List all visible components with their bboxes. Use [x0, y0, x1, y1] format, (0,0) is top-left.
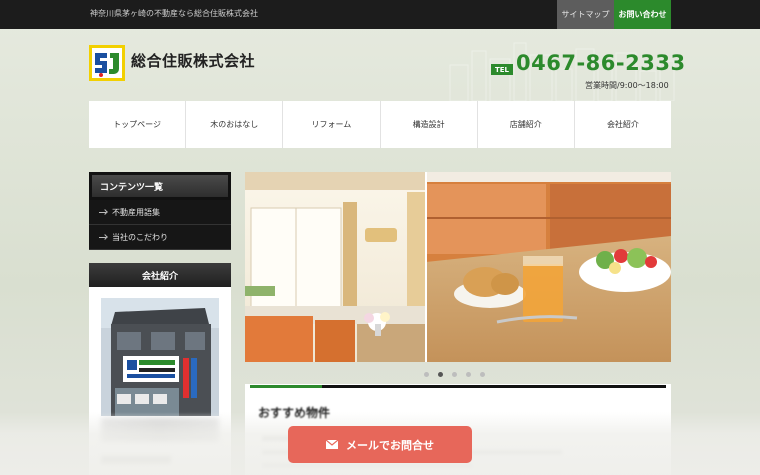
sidebar-item-label: 当社のこだわり — [112, 232, 168, 242]
phone-number[interactable]: 0467-86-2333 — [516, 51, 686, 75]
nav-item-company[interactable]: 会社紹介 — [573, 101, 671, 148]
nav-item-top[interactable]: トップページ — [89, 101, 185, 148]
business-hours: 営業時間/9:00～18:00 — [585, 81, 669, 90]
store-photo[interactable] — [101, 298, 219, 416]
top-bar: 神奈川県茅ヶ崎の不動産なら総合住販株式会社 サイトマップ お問い合わせ — [0, 0, 760, 29]
contact-link[interactable]: お問い合わせ — [614, 0, 671, 29]
slider-dot[interactable] — [480, 372, 485, 377]
contents-header: コンテンツ一覧 — [89, 172, 231, 200]
arrow-icon — [99, 236, 106, 238]
contents-list: 不動産用語集 当社のこだわり — [89, 200, 231, 250]
slider-dot-active[interactable] — [438, 372, 443, 377]
arrow-icon — [99, 211, 106, 213]
sidebar-item-label: 不動産用語集 — [112, 207, 160, 217]
slider-dot[interactable] — [466, 372, 471, 377]
company-name: 総合住販株式会社 — [131, 52, 256, 70]
sidebar-item-commitment[interactable]: 当社のこだわり — [89, 225, 231, 250]
company-intro-header: 会社紹介 — [89, 263, 231, 287]
nav-item-wood[interactable]: 木のおはなし — [185, 101, 282, 148]
contents-title: コンテンツ一覧 — [92, 175, 228, 197]
nav-item-reform[interactable]: リフォーム — [282, 101, 379, 148]
mail-contact-label: メールでお問合せ — [346, 438, 434, 452]
slider-dot[interactable] — [452, 372, 457, 377]
nav-item-structure[interactable]: 構造設計 — [379, 101, 477, 148]
tel-badge: TEL — [491, 64, 513, 75]
section-divider — [250, 385, 666, 388]
sidebar-item-glossary[interactable]: 不動産用語集 — [89, 200, 231, 225]
slider-dots — [424, 372, 485, 377]
mail-contact-button[interactable]: メールでお問合せ — [288, 426, 472, 463]
nav-item-store[interactable]: 店舗紹介 — [476, 101, 574, 148]
envelope-icon — [326, 440, 338, 449]
site-header: 総合住販株式会社 TEL 0467-86-2333 営業時間/9:00～18:0… — [0, 29, 760, 101]
slider-dot[interactable] — [424, 372, 429, 377]
hero-slider-image[interactable] — [245, 172, 671, 362]
sitemap-link[interactable]: サイトマップ — [557, 0, 614, 29]
main-nav: トップページ 木のおはなし リフォーム 構造設計 店舗紹介 会社紹介 — [89, 101, 671, 148]
logo-icon[interactable] — [89, 45, 125, 81]
site-tagline: 神奈川県茅ヶ崎の不動産なら総合住販株式会社 — [90, 9, 258, 18]
